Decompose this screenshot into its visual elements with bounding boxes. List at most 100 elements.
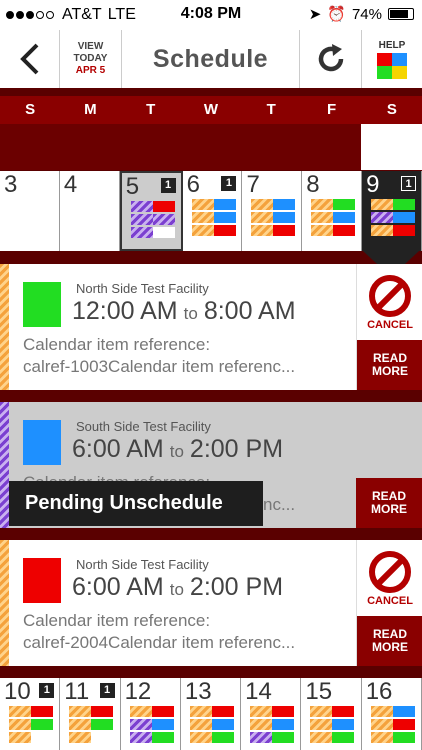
day-cell[interactable]: 3 xyxy=(0,171,60,251)
help-label: HELP xyxy=(378,39,406,51)
previous-week-strip xyxy=(0,124,422,170)
event-reference-label: Calendar item reference: xyxy=(23,611,211,630)
event-count-badge: 1 xyxy=(401,176,417,191)
event-count-badge: 1 xyxy=(160,178,176,193)
event-reference-value: calref-1003Calendar item referenc... xyxy=(23,357,296,376)
view-today-line1: VIEW xyxy=(77,41,104,52)
event-start: 6:00 AM xyxy=(72,435,164,463)
event-chips xyxy=(9,706,53,745)
event-chips xyxy=(311,199,356,238)
weekday-label: S xyxy=(386,101,397,118)
read-more-button[interactable]: READ MORE xyxy=(357,340,422,390)
location-icon: ➤ xyxy=(308,6,322,23)
day-number: 13 xyxy=(184,678,212,705)
view-today-line2: TODAY xyxy=(73,53,108,64)
event-facility: North Side Test Facility xyxy=(76,281,209,296)
event-reference: Calendar item reference: calref-1003Cale… xyxy=(23,334,348,378)
week-row: 10 1 11 1 12 13 14 15 16 xyxy=(0,678,422,750)
battery-percent: 74% xyxy=(351,5,382,23)
event-actions: READ MORE xyxy=(356,402,422,528)
day-number: 11 xyxy=(64,678,90,705)
page-title: Schedule xyxy=(122,30,300,88)
cancel-button[interactable]: CANCEL xyxy=(357,540,422,616)
cancel-label: CANCEL xyxy=(367,319,413,331)
event-to: to xyxy=(183,304,198,323)
event-card[interactable]: North Side Test Facility 6:00 AM to 2:00 P… xyxy=(0,540,422,666)
event-end: 8:00 AM xyxy=(203,297,296,325)
week-row: 3 4 5 1 6 1 7 8 9 1 xyxy=(0,171,422,251)
chevron-left-icon xyxy=(19,43,38,75)
previous-week-day[interactable] xyxy=(361,124,422,170)
weekday-label: S xyxy=(25,101,36,118)
event-start: 12:00 AM xyxy=(72,297,178,325)
event-chips xyxy=(250,706,295,745)
prohibited-icon xyxy=(369,551,411,593)
read-more-button[interactable]: READ MORE xyxy=(356,478,422,528)
day-number: 12 xyxy=(124,678,152,705)
event-card[interactable]: North Side Test Facility 12:00 AM to 8:00 … xyxy=(0,264,422,390)
day-cell[interactable]: 4 xyxy=(59,171,120,251)
day-cell[interactable]: 7 xyxy=(242,171,303,251)
event-times: 6:00 AM to 2:00 PM xyxy=(72,573,283,602)
event-chips xyxy=(310,706,355,745)
day-number: 9 xyxy=(366,171,380,198)
event-end: 2:00 PM xyxy=(189,573,284,601)
day-cell[interactable]: 11 1 xyxy=(60,678,121,750)
day-number: 5 xyxy=(125,173,140,200)
event-color-swatch xyxy=(23,558,61,603)
alarm-icon: ⏰ xyxy=(327,6,346,23)
day-cell[interactable]: 10 1 xyxy=(0,678,61,750)
day-cell[interactable]: 15 xyxy=(301,678,362,750)
day-number: 8 xyxy=(306,171,320,198)
day-cell[interactable]: 13 xyxy=(180,678,242,750)
weekday-label: T xyxy=(266,101,276,118)
battery-icon xyxy=(388,8,414,20)
event-color-swatch xyxy=(23,420,61,465)
event-count-badge: 1 xyxy=(221,176,237,191)
day-cell[interactable]: 6 1 xyxy=(182,171,243,251)
weekday-label: T xyxy=(146,101,156,118)
back-button[interactable] xyxy=(0,30,60,88)
day-number: 3 xyxy=(4,171,18,198)
day-number: 7 xyxy=(246,171,260,198)
event-status-stripe xyxy=(0,264,9,390)
day-cell-active[interactable]: 9 1 xyxy=(362,171,422,251)
event-status-stripe xyxy=(0,540,9,666)
day-cell-selected[interactable]: 5 1 xyxy=(119,171,183,251)
event-times: 6:00 AM to 2:00 PM xyxy=(72,435,283,464)
event-facility: South Side Test Facility xyxy=(76,419,211,434)
day-number: 6 xyxy=(186,171,200,198)
view-today-button[interactable]: VIEW TODAY APR 5 xyxy=(60,30,122,88)
day-number: 14 xyxy=(245,678,272,705)
event-to: to xyxy=(169,442,184,461)
weekday-label: W xyxy=(203,101,219,118)
status-bar: AT&T LTE 4:08 PM ➤ ⏰ 74% xyxy=(0,0,422,30)
event-chips xyxy=(69,706,114,745)
help-button[interactable]: HELP xyxy=(362,30,422,88)
event-start: 6:00 AM xyxy=(72,573,164,601)
day-cell[interactable]: 8 xyxy=(302,171,363,251)
day-cell[interactable]: 14 xyxy=(241,678,302,750)
event-chips xyxy=(191,199,236,238)
day-cell[interactable]: 16 xyxy=(361,678,422,750)
event-reference: Calendar item reference: calref-2004Cale… xyxy=(23,610,348,654)
event-actions: CANCEL READ MORE xyxy=(356,264,422,390)
weekday-header: S M T W T F S xyxy=(0,96,422,124)
refresh-button[interactable] xyxy=(300,30,362,88)
day-number: 16 xyxy=(365,678,393,705)
event-reference-value: calref-2004Calendar item referenc... xyxy=(23,633,296,652)
event-count-badge: 1 xyxy=(99,683,115,698)
read-more-button[interactable]: READ MORE xyxy=(357,616,422,666)
weekday-label: F xyxy=(326,101,337,118)
day-cell[interactable]: 12 xyxy=(120,678,181,750)
event-chips xyxy=(130,201,175,240)
event-count-badge: 1 xyxy=(39,683,55,698)
event-chips xyxy=(189,706,234,745)
cancel-button[interactable]: CANCEL xyxy=(357,264,422,340)
event-end: 2:00 PM xyxy=(189,435,284,463)
status-right: ➤ ⏰ 74% xyxy=(309,5,414,23)
event-color-swatch xyxy=(23,282,61,327)
event-chips xyxy=(371,199,416,238)
weekday-label: M xyxy=(84,101,97,118)
app-header: VIEW TODAY APR 5 Schedule HELP xyxy=(0,30,422,88)
